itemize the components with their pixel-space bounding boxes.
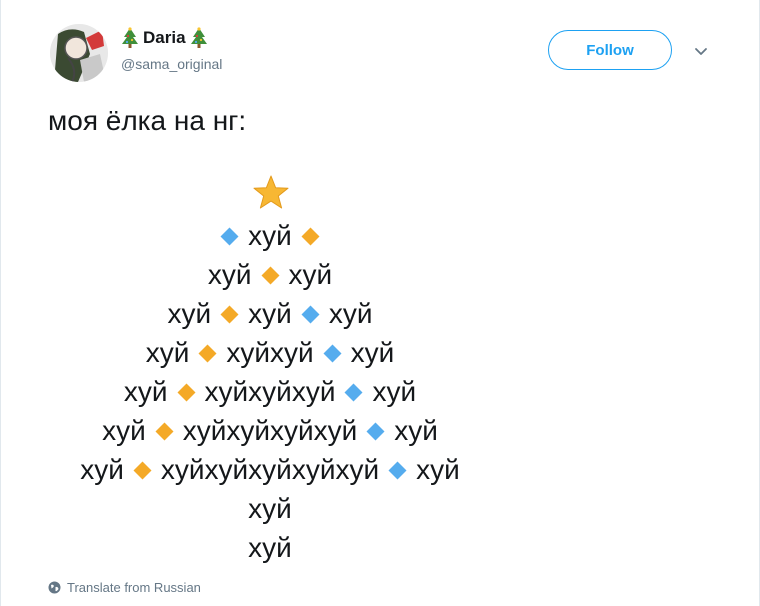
star-icon	[253, 175, 289, 209]
tree-word: хуй	[248, 298, 292, 329]
tree-line: хуй	[0, 531, 540, 565]
tree-line: хуй хуй хуй	[0, 297, 540, 331]
tree-word: хуй	[167, 298, 212, 329]
blue-diamond-icon	[344, 383, 363, 401]
author-name-row[interactable]: Daria	[121, 27, 208, 49]
translate-label[interactable]: Translate from Russian	[67, 580, 201, 595]
blue-diamond-icon	[323, 344, 342, 362]
tree-word: хуйхуйхуй	[204, 376, 336, 407]
tree-word: хуй	[248, 532, 292, 563]
tree-word: хуйхуйхуйхуйхуй	[160, 454, 380, 485]
orange-diamond-icon	[133, 461, 152, 479]
globe-icon	[48, 581, 61, 594]
avatar[interactable]	[50, 24, 108, 82]
user-handle[interactable]: @sama_original	[121, 56, 222, 72]
chevron-down-icon[interactable]	[692, 42, 710, 60]
tree-line: хуй	[0, 219, 540, 253]
tree-word: хуй	[288, 259, 333, 290]
christmas-tree-icon	[190, 27, 207, 48]
tree-word: хуй	[145, 337, 190, 368]
tree-word: хуй	[102, 415, 146, 446]
tree-word: хуйхуй	[226, 337, 314, 368]
display-name[interactable]: Daria	[143, 27, 186, 49]
blue-diamond-icon	[388, 461, 407, 479]
tree-word: хуй	[123, 376, 168, 407]
tweet-text: моя ёлка на нг:	[48, 105, 247, 136]
orange-diamond-icon	[301, 227, 320, 245]
tree-word: хуй	[207, 259, 252, 290]
blue-diamond-icon	[301, 305, 320, 323]
tree-word: хуй	[372, 376, 417, 407]
translate-link[interactable]: Translate from Russian	[48, 580, 201, 595]
tree-word: хуй	[328, 298, 373, 329]
orange-diamond-icon	[220, 305, 239, 323]
follow-button[interactable]: Follow	[548, 30, 672, 70]
tree-line: хуй хуйхуйхуйхуй хуй	[0, 414, 540, 448]
tree-word: хуй	[416, 454, 460, 485]
tree-word: хуй	[248, 493, 292, 524]
blue-diamond-icon	[366, 422, 385, 440]
tree-line: хуй	[0, 492, 540, 526]
tree-line: хуй хуйхуйхуй хуй	[0, 375, 540, 409]
tree-word: хуйхуйхуйхуй	[182, 415, 358, 446]
tree-word: хуй	[350, 337, 395, 368]
blue-diamond-icon	[220, 227, 239, 245]
orange-diamond-icon	[198, 344, 217, 362]
orange-diamond-icon	[155, 422, 174, 440]
orange-diamond-icon	[261, 266, 279, 284]
tree-line: хуй хуйхуй хуй	[0, 336, 540, 370]
tree-line: хуй хуй	[0, 258, 540, 292]
tree-word: хуй	[248, 220, 292, 251]
orange-diamond-icon	[177, 383, 196, 401]
tree-line: хуй хуйхуйхуйхуйхуй хуй	[0, 453, 540, 487]
christmas-tree-icon	[122, 27, 138, 48]
tree-word: хуй	[394, 415, 438, 446]
tree-word: хуй	[80, 454, 124, 485]
